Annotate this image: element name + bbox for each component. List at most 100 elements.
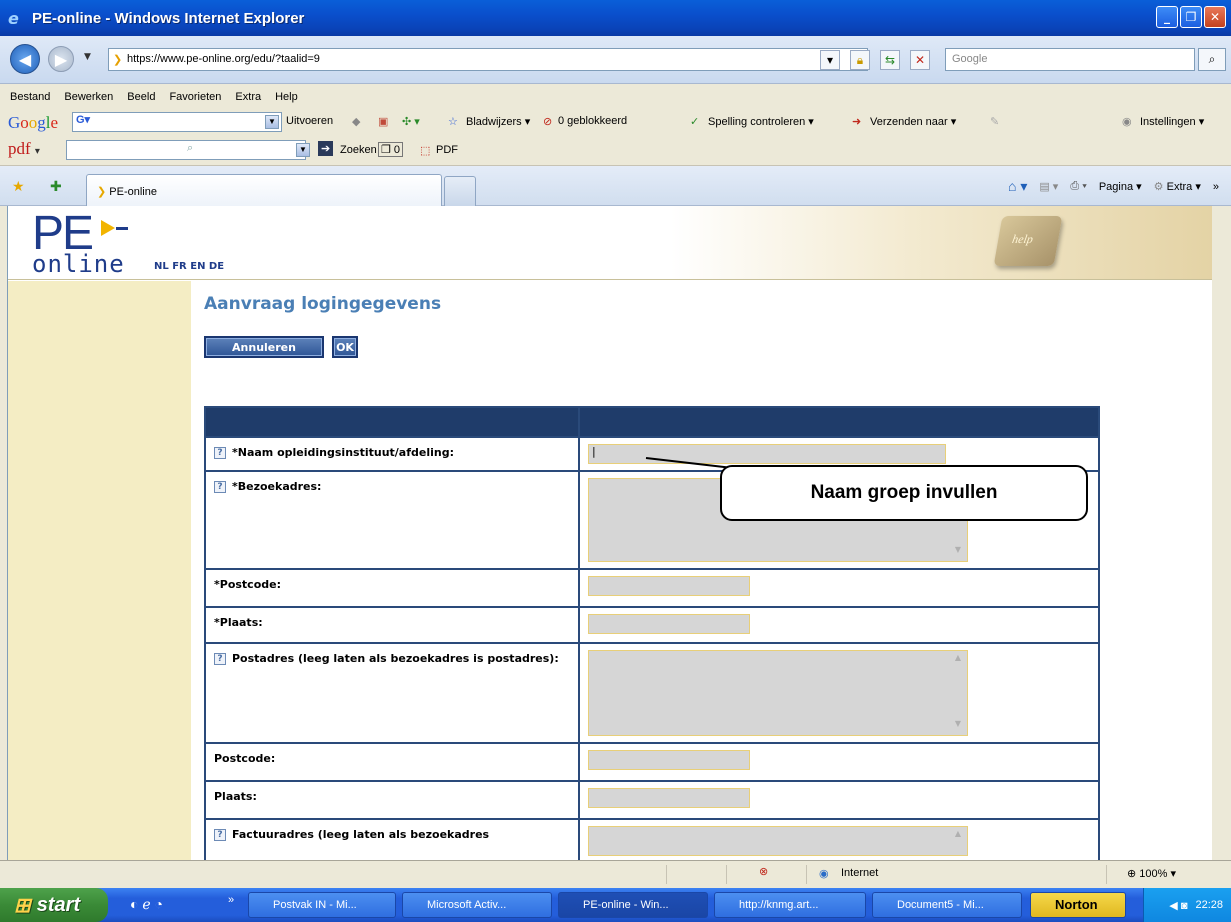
task-norton[interactable]: Norton xyxy=(1030,892,1126,918)
ok-button[interactable]: OK xyxy=(332,336,358,358)
scroll-up-icon[interactable]: ▲ xyxy=(951,829,965,843)
task-label: Postvak IN - Mi... xyxy=(273,899,357,911)
spellcheck-label: Spelling controleren xyxy=(708,116,806,128)
tab-pe-online[interactable]: ❯ PE-online xyxy=(86,174,442,206)
logo-online: online xyxy=(32,250,125,278)
cancel-button[interactable]: Annuleren xyxy=(204,336,324,358)
pdf-file-icon: ⬚ xyxy=(420,145,431,157)
search-input[interactable]: Google xyxy=(945,48,1195,71)
quicklaunch-more-icon[interactable]: » xyxy=(228,894,234,906)
favorites-star-icon[interactable]: ★ xyxy=(12,178,25,195)
task-document5[interactable]: Document5 - Mi... xyxy=(872,892,1022,918)
settings-button[interactable]: Instellingen ▾ xyxy=(1140,115,1204,128)
pdf-logo[interactable]: pdf ▾ xyxy=(8,139,40,159)
task-postvak[interactable]: Postvak IN - Mi... xyxy=(248,892,396,918)
add-favorites-icon[interactable]: ✚ xyxy=(50,178,62,195)
postcode-input[interactable] xyxy=(588,576,750,596)
quicklaunch-icon[interactable]: ◐ ℯ ◔ xyxy=(130,896,163,913)
extra-menu-label: Extra xyxy=(1166,181,1193,193)
send-to-label: Verzenden naar xyxy=(870,116,948,128)
popup-blocker-icon: ⊘ xyxy=(543,116,553,128)
spellcheck-button[interactable]: Spelling controleren ▾ xyxy=(708,115,814,128)
menu-bestand[interactable]: Bestand xyxy=(10,91,50,103)
google-search-input[interactable]: G▾ xyxy=(72,112,282,132)
task-pe-online[interactable]: PE-online - Win... xyxy=(558,892,708,918)
url-input[interactable]: ❯ https://www.pe-online.org/edu/?taalid=… xyxy=(108,48,868,71)
page-icon: ❯ xyxy=(113,54,123,66)
field-label: *Postcode: xyxy=(214,578,281,591)
language-links[interactable]: NL FR EN DE xyxy=(154,261,224,272)
chevron-more-icon[interactable]: » xyxy=(1213,181,1219,193)
tab-label: PE-online xyxy=(109,186,157,198)
scroll-down-icon[interactable]: ▼ xyxy=(951,545,965,559)
extra-menu[interactable]: ⚙ Extra ▾ xyxy=(1154,180,1201,193)
postal-postcode-input[interactable] xyxy=(588,750,750,770)
highlight-icon[interactable]: ✎ xyxy=(990,115,999,128)
send-to-button[interactable]: Verzenden naar ▾ xyxy=(870,115,956,128)
city-input[interactable] xyxy=(588,614,750,634)
puzzle-icon[interactable]: ✣ ▾ xyxy=(402,115,420,128)
search-icon[interactable]: ⌕ xyxy=(1198,48,1226,71)
security-zone: Internet xyxy=(841,867,879,879)
field-label: Postadres (leeg laten als bezoekadres is… xyxy=(232,652,559,665)
help-icon[interactable]: ? xyxy=(214,447,226,459)
menu-beeld[interactable]: Beeld xyxy=(127,91,155,103)
pdf-search-go-icon[interactable]: ➔ xyxy=(318,141,334,156)
zoom-value: 100% xyxy=(1139,868,1168,880)
feeds-icon[interactable]: ▤ ▾ xyxy=(1039,180,1058,193)
scroll-up-icon[interactable]: ▲ xyxy=(951,653,965,667)
invoice-address-textarea[interactable]: ▲ xyxy=(588,826,968,856)
print-icon[interactable]: ⎙ ▾ xyxy=(1070,180,1086,193)
pdf-toolbar: pdf ▾ ⌕ ▼ ➔ Zoeken ❐ 0 ⬚ PDF xyxy=(0,135,1231,166)
spellcheck-icon: ✓ xyxy=(690,116,700,128)
pdf-dropdown-icon[interactable]: ▼ xyxy=(296,143,310,157)
help-icon[interactable]: ? xyxy=(214,481,226,493)
url-dropdown-icon[interactable]: ▾ xyxy=(820,50,840,70)
maximize-button[interactable]: ❐ xyxy=(1180,6,1202,28)
gear-icon: ⚙ xyxy=(1153,181,1164,193)
star-icon: ☆ xyxy=(448,116,458,128)
menu-help[interactable]: Help xyxy=(275,91,298,103)
lock-icon[interactable]: 🔒︎ xyxy=(850,50,870,70)
help-icon[interactable]: ? xyxy=(214,653,226,665)
pdf-search-button[interactable]: Zoeken xyxy=(340,144,377,156)
stop-icon[interactable]: ✕ xyxy=(910,50,930,70)
task-activesync[interactable]: Microsoft Activ... xyxy=(402,892,552,918)
menu-extra[interactable]: Extra xyxy=(235,91,261,103)
page-content: PE online NL FR EN DE help Aanvraag logi… xyxy=(7,206,1212,860)
zoom-level[interactable]: ⊕ 100% ▾ xyxy=(1127,867,1176,880)
google-dropdown-icon[interactable]: ▼ xyxy=(265,115,279,129)
page-menu[interactable]: Pagina ▾ xyxy=(1099,180,1142,193)
news-icon[interactable]: ▣ xyxy=(378,115,388,128)
help-key-text: help xyxy=(1011,232,1035,246)
task-label: Document5 - Mi... xyxy=(897,899,984,911)
scroll-down-icon[interactable]: ▼ xyxy=(951,719,965,733)
popup-blocked-count[interactable]: 0 geblokkeerd xyxy=(558,115,627,127)
postal-city-input[interactable] xyxy=(588,788,750,808)
history-dropdown-icon[interactable]: ▼ xyxy=(84,52,91,62)
task-knmg[interactable]: http://knmg.art... xyxy=(714,892,866,918)
pdf-count: 0 xyxy=(393,144,401,156)
new-tab-button[interactable] xyxy=(444,176,476,206)
menu-favorieten[interactable]: Favorieten xyxy=(169,91,221,103)
pdf-window-icon[interactable]: ❐ 0 xyxy=(378,142,404,157)
privacy-icon[interactable]: ⊗ xyxy=(759,865,768,878)
forward-button[interactable]: ▶ xyxy=(48,46,74,72)
close-button[interactable]: ✕ xyxy=(1204,6,1226,28)
refresh-icon[interactable]: ⇆ xyxy=(880,50,900,70)
postal-address-textarea[interactable]: ▲ ▼ xyxy=(588,650,968,736)
form-row: *Postcode: xyxy=(204,568,1100,608)
bookmarks-button[interactable]: Bladwijzers ▾ xyxy=(466,115,530,128)
menu-bewerken[interactable]: Bewerken xyxy=(64,91,113,103)
home-icon[interactable]: ⌂ ▾ xyxy=(1008,178,1027,195)
tray-icons[interactable]: ◀ ◙ xyxy=(1169,899,1187,912)
google-run-button[interactable]: Uitvoeren xyxy=(286,115,333,127)
pdf-button[interactable]: PDF xyxy=(436,144,458,156)
start-button[interactable]: ⊞ start xyxy=(0,888,108,922)
url-text: https://www.pe-online.org/edu/?taalid=9 xyxy=(127,53,320,65)
pdf-search-input[interactable]: ⌕ xyxy=(66,140,306,160)
google-logo[interactable]: Google xyxy=(8,113,58,133)
help-icon[interactable]: ? xyxy=(214,829,226,841)
minimize-button[interactable]: _ xyxy=(1156,6,1178,28)
back-button[interactable]: ◀ xyxy=(10,44,40,74)
